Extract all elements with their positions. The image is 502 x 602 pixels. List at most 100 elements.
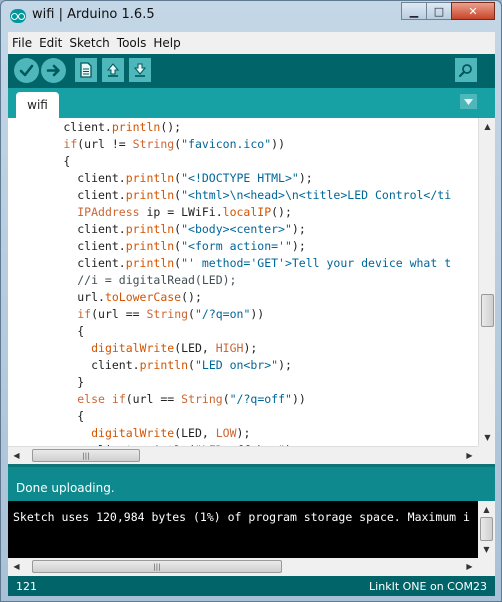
arrow-right-icon: [46, 64, 60, 77]
code-token: String: [146, 307, 189, 321]
close-button[interactable]: ✕: [451, 2, 495, 20]
scroll-right-arrow-icon[interactable]: ▶: [461, 447, 478, 464]
file-icon: [80, 62, 92, 78]
code-token: client.: [8, 120, 112, 134]
console-scroll-left-arrow-icon[interactable]: ◀: [8, 558, 25, 575]
code-line[interactable]: //i = digitalRead(LED);: [8, 272, 236, 289]
code-line[interactable]: {: [8, 153, 70, 170]
code-token: (LED,: [174, 341, 216, 355]
code-token: url.: [8, 290, 105, 304]
code-line[interactable]: url.toLowerCase();: [8, 289, 202, 306]
scroll-corner: [478, 446, 495, 464]
code-token: (: [222, 392, 230, 406]
code-token: "LED on<br>": [194, 358, 279, 372]
code-editor[interactable]: client.println(); if(url != String("favi…: [8, 118, 495, 464]
code-token: );: [298, 171, 313, 185]
code-text-area[interactable]: client.println(); if(url != String("favi…: [8, 118, 478, 446]
code-line[interactable]: else if(url == String("/?q=off")): [8, 391, 306, 408]
editor-vertical-scrollbar[interactable]: ▲ ▼: [478, 118, 495, 446]
code-line[interactable]: digitalWrite(LED, HIGH);: [8, 340, 257, 357]
code-token: LOW: [215, 426, 237, 440]
code-token: if: [111, 392, 126, 406]
code-token: ();: [160, 120, 182, 134]
code-token: {: [8, 409, 85, 423]
editor-horizontal-scrollbar[interactable]: ◀ ||| ▶: [8, 446, 478, 464]
menu-help[interactable]: Help: [153, 36, 180, 50]
code-token: String: [132, 137, 175, 151]
code-token: "favicon.ico": [181, 137, 272, 151]
minimize-button[interactable]: ▁: [401, 2, 427, 20]
code-token: //i = digitalRead(LED);: [8, 273, 237, 287]
code-line[interactable]: digitalWrite(LED, LOW);: [8, 425, 250, 442]
code-line[interactable]: client.println("<!DOCTYPE HTML>");: [8, 170, 313, 187]
code-line[interactable]: client.println("' method='GET'>Tell your…: [8, 255, 451, 272]
console-horizontal-scrollbar[interactable]: ◀ ||| ▶: [8, 558, 478, 576]
checkmark-icon: [19, 64, 34, 77]
code-line[interactable]: IPAddress ip = LWiFi.localIP();: [8, 204, 292, 221]
code-line[interactable]: client.println();: [8, 119, 181, 136]
code-token: ();: [181, 290, 202, 304]
code-token: (: [188, 307, 195, 321]
upload-button[interactable]: [41, 58, 66, 83]
console-output[interactable]: Sketch uses 120,984 bytes (1%) of progra…: [8, 501, 495, 576]
code-line[interactable]: if(url == String("/?q=on")): [8, 306, 264, 323]
code-line[interactable]: client.println("<body><center>");: [8, 221, 306, 238]
code-token: toLowerCase: [104, 290, 182, 304]
menu-file[interactable]: File: [12, 36, 32, 50]
tab-wifi[interactable]: wifi: [16, 92, 59, 118]
console-scroll-down-arrow-icon[interactable]: ▼: [478, 541, 495, 558]
code-line[interactable]: {: [8, 408, 84, 425]
line-number: 121: [16, 580, 37, 593]
code-token: println: [125, 256, 175, 270]
code-token: client.: [8, 188, 126, 202]
verify-button[interactable]: [14, 58, 39, 83]
console-horizontal-scroll-thumb[interactable]: |||: [32, 560, 282, 573]
editor-horizontal-scroll-thumb[interactable]: |||: [32, 449, 140, 462]
console-vertical-scroll-thumb[interactable]: [480, 517, 493, 541]
code-token: println: [125, 222, 175, 236]
toolbar: [8, 54, 495, 88]
maximize-button[interactable]: □: [426, 2, 452, 20]
code-line[interactable]: {: [8, 323, 84, 340]
window-title: wifi | Arduino 1.6.5: [32, 7, 155, 22]
code-token: );: [243, 341, 258, 355]
code-token: "<!DOCTYPE HTML>": [181, 171, 299, 185]
code-token: "<form action='": [181, 239, 292, 253]
new-sketch-button[interactable]: [75, 58, 97, 82]
code-token: println: [139, 358, 189, 372]
window-controls: ▁ □ ✕: [401, 2, 495, 20]
code-line[interactable]: client.println("LED on<br>");: [8, 357, 292, 374]
code-token: if: [77, 307, 92, 321]
code-token: println: [125, 239, 175, 253]
editor-vertical-scroll-thumb[interactable]: [481, 294, 494, 327]
code-token: (LED,: [174, 426, 216, 440]
console-vertical-scrollbar[interactable]: ▲ ▼: [478, 501, 495, 558]
code-line[interactable]: if(url != String("favicon.ico")): [8, 136, 285, 153]
scroll-left-arrow-icon[interactable]: ◀: [8, 447, 25, 464]
open-sketch-button[interactable]: [102, 58, 124, 82]
code-line[interactable]: }: [8, 374, 84, 391]
code-line[interactable]: client.println("<form action='");: [8, 238, 306, 255]
scroll-down-arrow-icon[interactable]: ▼: [479, 429, 495, 446]
tab-menu-button[interactable]: [460, 94, 477, 109]
tab-strip: wifi: [8, 88, 495, 118]
magnifier-icon: [458, 64, 472, 78]
code-token: )): [250, 307, 265, 321]
code-token: println: [125, 188, 175, 202]
title-bar[interactable]: wifi | Arduino 1.6.5 ▁ □ ✕: [1, 1, 501, 31]
serial-monitor-button[interactable]: [455, 58, 477, 82]
code-token: )): [291, 392, 306, 406]
menu-sketch[interactable]: Sketch: [69, 36, 109, 50]
code-line[interactable]: client.println("<html>\n<head>\n<title>L…: [8, 187, 451, 204]
save-sketch-button[interactable]: [129, 58, 151, 82]
menu-edit[interactable]: Edit: [39, 36, 62, 50]
console-scroll-up-arrow-icon[interactable]: ▲: [478, 501, 495, 518]
scroll-up-arrow-icon[interactable]: ▲: [479, 118, 495, 135]
menu-tools[interactable]: Tools: [117, 36, 147, 50]
console-scroll-right-arrow-icon[interactable]: ▶: [461, 558, 478, 575]
code-token: );: [291, 222, 306, 236]
